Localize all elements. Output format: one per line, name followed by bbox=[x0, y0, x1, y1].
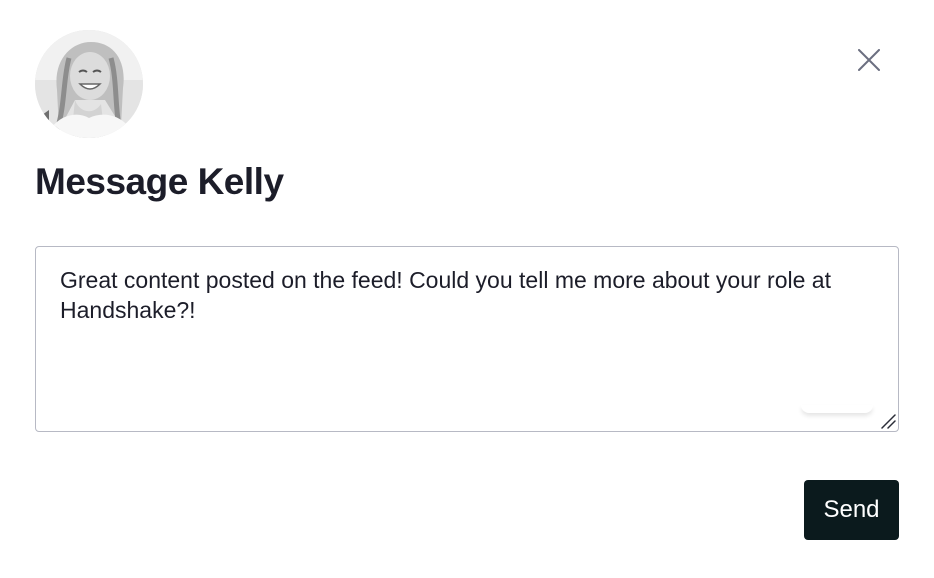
message-textarea[interactable]: Great content posted on the feed! Could … bbox=[35, 246, 899, 432]
close-button[interactable] bbox=[851, 42, 887, 78]
close-icon bbox=[858, 49, 880, 71]
message-dialog: Message Kelly Great content posted on th… bbox=[0, 0, 934, 578]
message-text[interactable]: Great content posted on the feed! Could … bbox=[60, 265, 874, 325]
avatar bbox=[35, 30, 143, 138]
resize-handle-icon[interactable] bbox=[880, 413, 896, 429]
avatar-photo bbox=[35, 30, 143, 138]
send-button[interactable]: Send bbox=[804, 480, 899, 540]
dialog-title: Message Kelly bbox=[35, 161, 284, 202]
writing-assistant-indicator bbox=[801, 405, 873, 413]
